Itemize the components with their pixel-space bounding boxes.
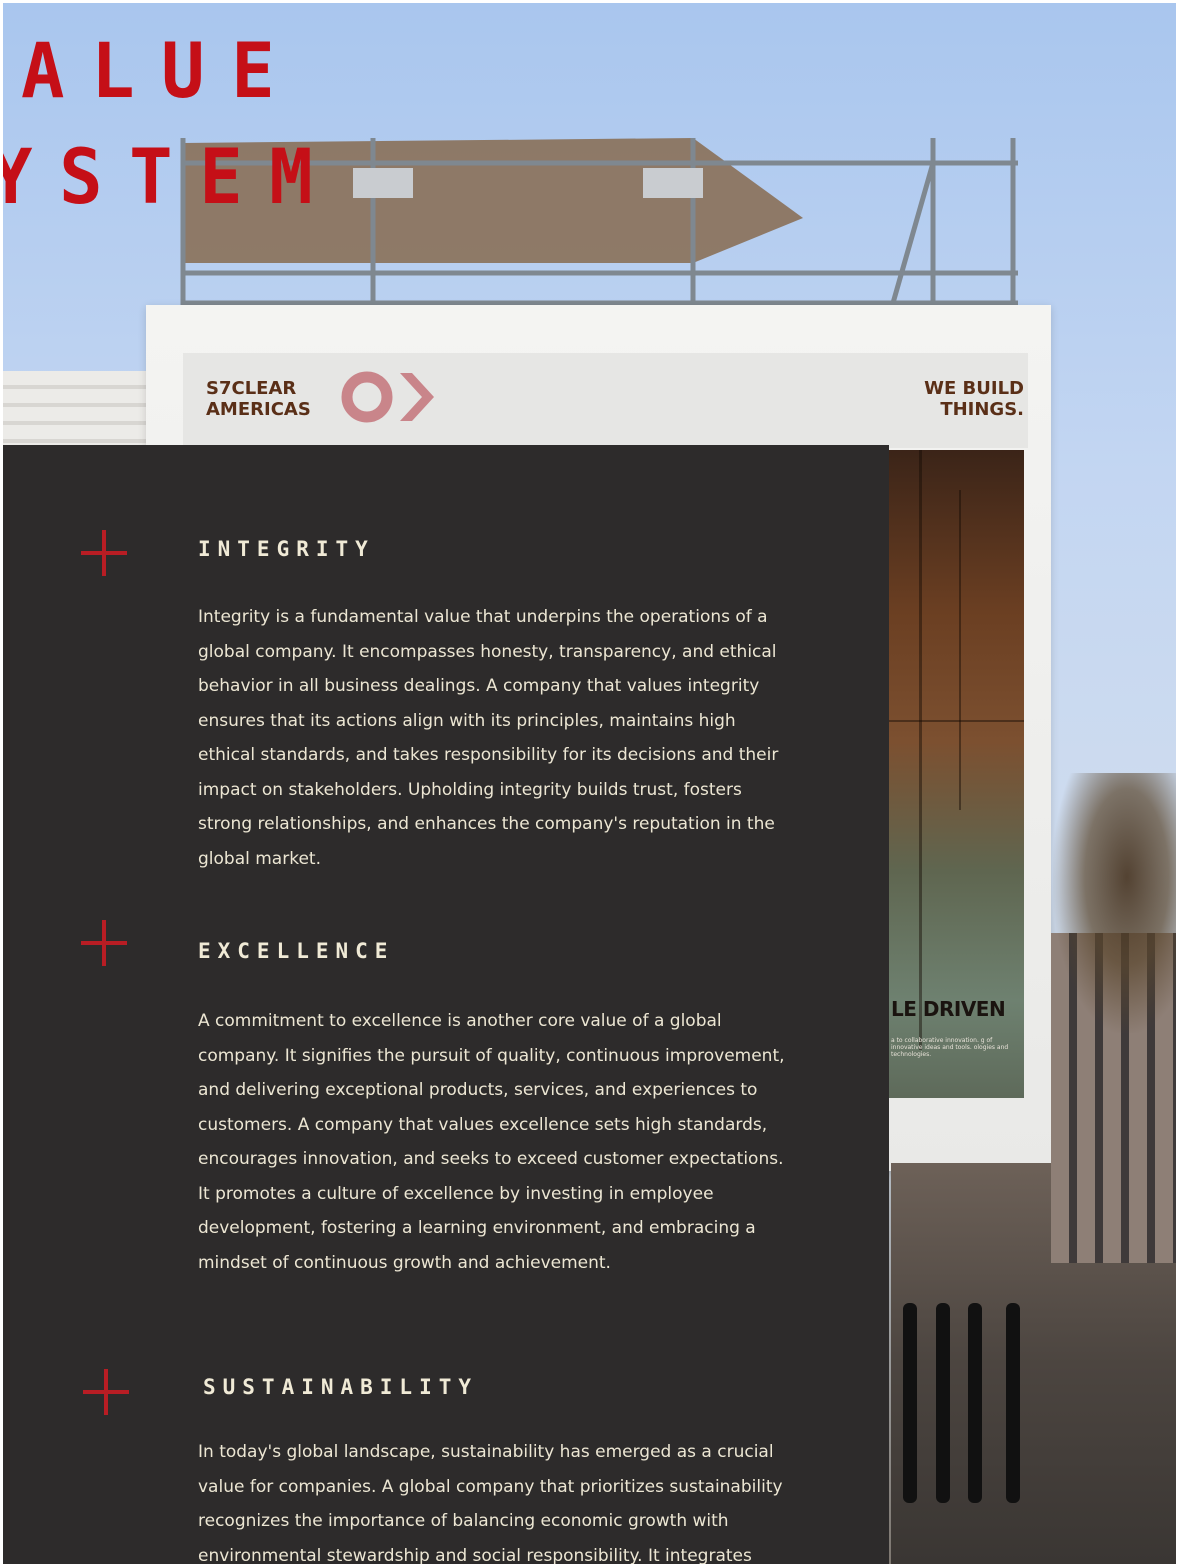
poster-caption: a to collaborative innovation. g of inno…	[891, 1037, 1009, 1058]
value-heading: EXCELLENCE	[198, 939, 395, 963]
title-line-1: ALUE	[21, 26, 302, 115]
plus-icon	[81, 920, 127, 966]
poster-headline: LE DRIVEN	[891, 997, 1006, 1021]
values-panel: INTEGRITY Integrity is a fundamental val…	[3, 445, 889, 1564]
page: S7CLEAR AMERICAS WE BUILD THINGS. LE DRI…	[3, 3, 1176, 1564]
plus-icon	[83, 1369, 129, 1415]
value-heading: SUSTAINABILITY	[203, 1375, 479, 1399]
value-body: A commitment to excellence is another co…	[198, 1011, 785, 1273]
title-line-2: YSTEM	[3, 132, 340, 221]
value-body: In today's global landscape, sustainabil…	[198, 1442, 783, 1564]
value-body: Integrity is a fundamental value that un…	[198, 607, 779, 869]
trees	[1053, 773, 1176, 1033]
value-heading: INTEGRITY	[198, 537, 375, 561]
billboard-slogan: WE BUILD THINGS.	[924, 378, 1024, 420]
scaffold-pipes	[903, 1303, 1020, 1503]
billboard-brand-name: S7CLEAR AMERICAS	[206, 378, 311, 420]
plus-icon	[81, 530, 127, 576]
brand-logo-icon	[341, 371, 434, 423]
